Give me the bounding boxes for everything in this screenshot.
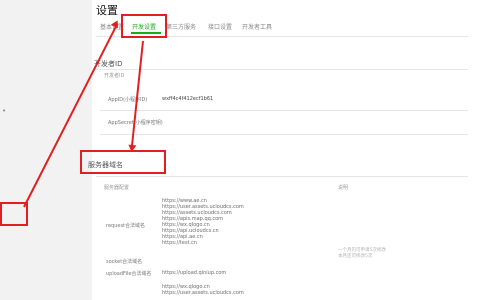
- uploadfile-domain-label: uploadFile合法域名: [106, 271, 152, 277]
- server-domain-divider: [96, 176, 468, 177]
- left-sidebar: •: [0, 0, 92, 300]
- downloadfile-domain-item: https://user.assets.ucloudcs.com: [162, 290, 244, 296]
- server-explain-header: 说明: [338, 185, 349, 191]
- hint-line: 本月还可修改5次: [338, 254, 373, 259]
- appid-label: AppID(小程序ID): [108, 97, 148, 103]
- sidebar-bullet-icon: •: [2, 107, 7, 115]
- arrow-to-server-domain-head: [127, 144, 137, 153]
- domain-change-hint: 一个月内可申请5次修改 本月还可修改5次: [338, 248, 386, 260]
- tab-third-party[interactable]: 第三方服务: [166, 22, 196, 31]
- downloadfile-domain-list: https://wx.qlogo.cn https://user.assets.…: [162, 284, 244, 296]
- request-domain-list: https://www.ae.cn https://user.assets.uc…: [162, 198, 244, 246]
- highlight-box-server-domain: [80, 150, 166, 174]
- appsecret-row-divider: [100, 134, 468, 135]
- request-domain-label: request合法域名: [106, 223, 146, 229]
- appid-value: wxff4c4f412ecf1b61: [162, 96, 214, 102]
- tab-dev-tools[interactable]: 开发者工具: [242, 22, 272, 31]
- highlight-box-tab: [121, 14, 167, 38]
- uploadfile-domain-item: https://upload.qiniup.com: [162, 270, 227, 276]
- request-domain-item: https://test.cn: [162, 240, 198, 246]
- uploadfile-domain-list: https://upload.qiniup.com: [162, 270, 226, 276]
- appid-row-divider: [100, 110, 468, 111]
- server-config-header: 服务器配置: [104, 185, 130, 191]
- page-title: 设置: [96, 4, 118, 17]
- developer-id-table-header: 开发者ID: [104, 73, 125, 79]
- tab-interface-settings[interactable]: 接口设置: [208, 22, 232, 31]
- socket-domain-label: socket合法域名: [106, 259, 143, 265]
- developer-id-divider: [96, 69, 468, 70]
